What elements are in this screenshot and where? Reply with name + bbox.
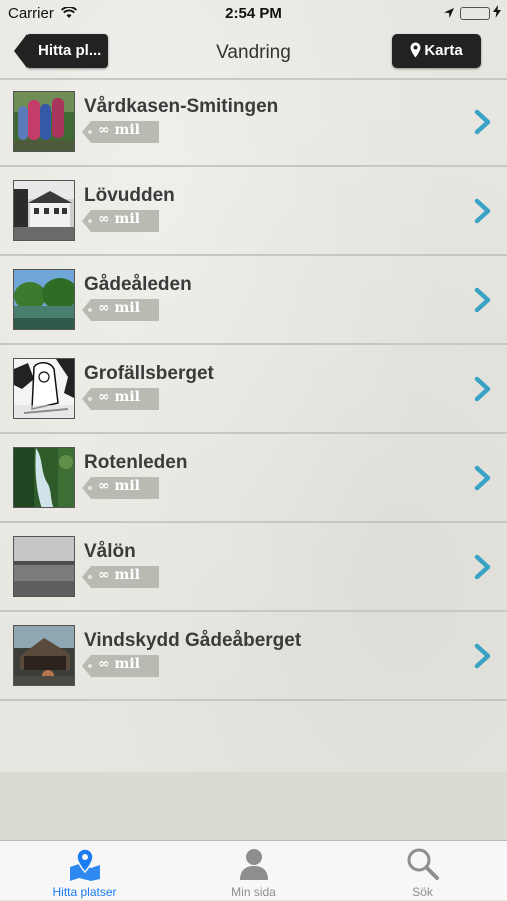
distance-label: ∞ mil [98,211,140,227]
chevron-right-icon [473,376,493,407]
thumbnail-image [13,180,75,241]
thumbnail-image [13,536,75,597]
list-item[interactable]: Vindskydd Gådeåberget ∞ mil [0,612,507,701]
thumbnail-image [13,625,75,686]
battery-icon [460,7,490,20]
tab-label: Hitta platser [52,885,117,899]
list-item[interactable]: Vålön ∞ mil [0,523,507,612]
tab-search[interactable]: Sök [338,841,507,901]
distance-tag: ∞ mil [82,477,159,499]
chevron-right-icon [473,109,493,140]
distance-label: ∞ mil [98,567,140,583]
chevron-right-icon [473,287,493,318]
chevron-right-icon [473,554,493,585]
distance-tag: ∞ mil [82,388,159,410]
background-bottom [0,772,507,840]
place-name: Gådeåleden [84,274,192,295]
place-list: Vårdkasen-Smitingen ∞ mil Lövudden ∞ mil… [0,78,507,701]
person-icon [169,847,338,886]
map-pin-icon [0,847,169,886]
chevron-right-icon [473,465,493,496]
list-item[interactable]: Grofällsberget ∞ mil [0,345,507,434]
place-name: Vindskydd Gådeåberget [84,630,302,651]
list-item[interactable]: Rotenleden ∞ mil [0,434,507,523]
distance-tag: ∞ mil [82,121,159,143]
distance-tag: ∞ mil [82,566,159,588]
place-name: Lövudden [84,185,175,206]
place-name: Vålön [84,541,136,562]
chevron-right-icon [473,643,493,674]
clock: 2:54 PM [225,5,282,22]
status-bar: Carrier 2:54 PM [0,0,507,28]
list-item[interactable]: Lövudden ∞ mil [0,167,507,256]
map-pin-icon [410,37,421,71]
thumbnail-image [13,269,75,330]
thumbnail-image [13,358,75,419]
place-name: Vårdkasen-Smitingen [84,96,279,117]
thumbnail-image [13,447,75,508]
distance-label: ∞ mil [98,122,140,138]
place-name: Rotenleden [84,452,188,473]
search-icon [338,847,507,886]
tab-label: Sök [412,885,433,899]
chevron-right-icon [473,198,493,229]
distance-label: ∞ mil [98,656,140,672]
map-button-label: Karta [424,42,463,59]
charging-icon [493,5,501,21]
distance-label: ∞ mil [98,478,140,494]
thumbnail-image [13,91,75,152]
distance-label: ∞ mil [98,389,140,405]
list-item[interactable]: Gådeåleden ∞ mil [0,256,507,345]
navigation-bar: Hitta pl... Vandring Karta [0,28,507,78]
distance-tag: ∞ mil [82,655,159,677]
tab-label: Min sida [231,885,276,899]
tab-my-page[interactable]: Min sida [169,841,338,901]
tab-bar: Hitta platser Min sida Sök [0,840,507,900]
distance-tag: ∞ mil [82,299,159,321]
tab-find-places[interactable]: Hitta platser [0,841,169,901]
map-button[interactable]: Karta [392,34,481,68]
distance-label: ∞ mil [98,300,140,316]
distance-tag: ∞ mil [82,210,159,232]
list-item[interactable]: Vårdkasen-Smitingen ∞ mil [0,78,507,167]
location-arrow-icon [443,6,455,23]
place-name: Grofällsberget [84,363,214,384]
